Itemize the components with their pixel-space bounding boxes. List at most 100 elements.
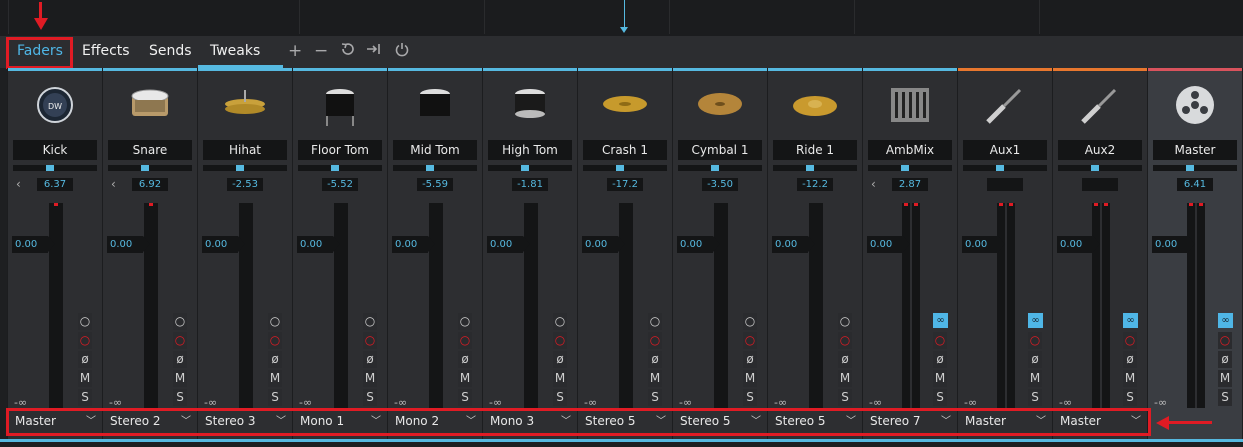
mute-button[interactable]: M bbox=[268, 370, 282, 387]
solo-button[interactable]: S bbox=[458, 389, 472, 406]
pan-handle[interactable] bbox=[616, 165, 624, 171]
gain-value[interactable]: 6.37 bbox=[37, 178, 73, 191]
channel-name[interactable]: Snare bbox=[108, 140, 192, 160]
chevron-left-icon[interactable]: ‹ bbox=[871, 177, 876, 191]
jump-end-icon[interactable] bbox=[366, 41, 382, 62]
channel-name[interactable]: Aux2 bbox=[1058, 140, 1142, 160]
volume-fader[interactable]: 0.00 bbox=[12, 236, 55, 253]
record-arm-button[interactable]: ○ bbox=[838, 332, 852, 349]
pan-handle[interactable] bbox=[711, 165, 719, 171]
record-arm-button[interactable]: ○ bbox=[363, 332, 377, 349]
input-monitor-button[interactable]: ○ bbox=[648, 313, 662, 330]
solo-button[interactable]: S bbox=[838, 389, 852, 406]
solo-button[interactable]: S bbox=[933, 389, 947, 406]
pan-handle[interactable] bbox=[521, 165, 529, 171]
volume-fader[interactable]: 0.00 bbox=[962, 236, 1005, 253]
mute-button[interactable]: M bbox=[1028, 370, 1042, 387]
mute-button[interactable]: M bbox=[1123, 370, 1137, 387]
tab-tweaks[interactable]: Tweaks bbox=[200, 36, 270, 68]
gain-value[interactable]: -3.50 bbox=[702, 178, 738, 191]
phase-invert-button[interactable]: ø bbox=[78, 351, 92, 368]
pan-handle[interactable] bbox=[1091, 165, 1099, 171]
volume-fader[interactable]: 0.00 bbox=[297, 236, 340, 253]
stereo-link-icon[interactable]: ∞ bbox=[1123, 313, 1138, 328]
pan-handle[interactable] bbox=[996, 165, 1004, 171]
solo-button[interactable]: S bbox=[268, 389, 282, 406]
solo-button[interactable]: S bbox=[78, 389, 92, 406]
phase-invert-button[interactable]: ø bbox=[1123, 351, 1137, 368]
stereo-link-icon[interactable]: ∞ bbox=[1028, 313, 1043, 328]
phase-invert-button[interactable]: ø bbox=[648, 351, 662, 368]
pan-handle[interactable] bbox=[141, 165, 149, 171]
mute-button[interactable]: M bbox=[458, 370, 472, 387]
channel-name[interactable]: Ride 1 bbox=[773, 140, 857, 160]
channel-name[interactable]: Floor Tom bbox=[298, 140, 382, 160]
gain-value[interactable]: -12.2 bbox=[797, 178, 833, 191]
mute-button[interactable]: M bbox=[648, 370, 662, 387]
solo-button[interactable]: S bbox=[553, 389, 567, 406]
channel-name[interactable]: AmbMix bbox=[868, 140, 952, 160]
channel-name[interactable]: High Tom bbox=[488, 140, 572, 160]
channel-name[interactable]: Mid Tom bbox=[393, 140, 477, 160]
solo-button[interactable]: S bbox=[1123, 389, 1137, 406]
pan-handle[interactable] bbox=[806, 165, 814, 171]
phase-invert-button[interactable]: ø bbox=[838, 351, 852, 368]
pan-handle[interactable] bbox=[901, 165, 909, 171]
power-icon[interactable] bbox=[394, 41, 410, 62]
mute-button[interactable]: M bbox=[1218, 370, 1232, 387]
pan-slider[interactable] bbox=[13, 165, 97, 171]
volume-fader[interactable]: 0.00 bbox=[772, 236, 815, 253]
volume-fader[interactable]: 0.00 bbox=[582, 236, 625, 253]
channel-name[interactable]: Crash 1 bbox=[583, 140, 667, 160]
stereo-link-icon[interactable]: ∞ bbox=[1218, 313, 1233, 328]
volume-fader[interactable]: 0.00 bbox=[392, 236, 435, 253]
pan-slider[interactable] bbox=[298, 165, 382, 171]
playhead-marker[interactable] bbox=[620, 27, 628, 33]
pan-slider[interactable] bbox=[393, 165, 477, 171]
pan-handle[interactable] bbox=[46, 165, 54, 171]
gain-value[interactable]: 6.41 bbox=[1177, 178, 1213, 191]
record-arm-button[interactable]: ○ bbox=[553, 332, 567, 349]
input-monitor-button[interactable]: ○ bbox=[743, 313, 757, 330]
phase-invert-button[interactable]: ø bbox=[933, 351, 947, 368]
volume-fader[interactable]: 0.00 bbox=[487, 236, 530, 253]
input-monitor-button[interactable]: ○ bbox=[838, 313, 852, 330]
chevron-left-icon[interactable]: ‹ bbox=[16, 177, 21, 191]
phase-invert-button[interactable]: ø bbox=[1028, 351, 1042, 368]
pan-slider[interactable] bbox=[868, 165, 952, 171]
record-arm-button[interactable]: ○ bbox=[173, 332, 187, 349]
phase-invert-button[interactable]: ø bbox=[1218, 351, 1232, 368]
phase-invert-button[interactable]: ø bbox=[458, 351, 472, 368]
channel-name[interactable]: Hihat bbox=[203, 140, 287, 160]
gain-value[interactable]: 2.87 bbox=[892, 178, 928, 191]
mute-button[interactable]: M bbox=[838, 370, 852, 387]
solo-button[interactable]: S bbox=[743, 389, 757, 406]
input-monitor-button[interactable]: ○ bbox=[78, 313, 92, 330]
mute-button[interactable]: M bbox=[553, 370, 567, 387]
phase-invert-button[interactable]: ø bbox=[173, 351, 187, 368]
pan-slider[interactable] bbox=[583, 165, 667, 171]
stereo-link-icon[interactable]: ∞ bbox=[933, 313, 948, 328]
pan-slider[interactable] bbox=[678, 165, 762, 171]
record-arm-button[interactable]: ○ bbox=[743, 332, 757, 349]
phase-invert-button[interactable]: ø bbox=[363, 351, 377, 368]
record-arm-button[interactable]: ○ bbox=[458, 332, 472, 349]
record-arm-button[interactable]: ○ bbox=[78, 332, 92, 349]
pan-slider[interactable] bbox=[963, 165, 1047, 171]
input-monitor-button[interactable]: ○ bbox=[458, 313, 472, 330]
pan-handle[interactable] bbox=[331, 165, 339, 171]
input-monitor-button[interactable]: ○ bbox=[268, 313, 282, 330]
undo-icon[interactable] bbox=[340, 41, 356, 62]
phase-invert-button[interactable]: ø bbox=[743, 351, 757, 368]
volume-fader[interactable]: 0.00 bbox=[107, 236, 150, 253]
solo-button[interactable]: S bbox=[1028, 389, 1042, 406]
pan-slider[interactable] bbox=[1058, 165, 1142, 171]
gain-value[interactable]: -2.53 bbox=[227, 178, 263, 191]
volume-fader[interactable]: 0.00 bbox=[202, 236, 245, 253]
record-arm-button[interactable]: ○ bbox=[1028, 332, 1042, 349]
chevron-left-icon[interactable]: ‹ bbox=[111, 177, 116, 191]
gain-value[interactable]: -5.52 bbox=[322, 178, 358, 191]
channel-name[interactable]: Kick bbox=[13, 140, 97, 160]
minus-icon[interactable]: − bbox=[314, 41, 328, 61]
pan-slider[interactable] bbox=[108, 165, 192, 171]
